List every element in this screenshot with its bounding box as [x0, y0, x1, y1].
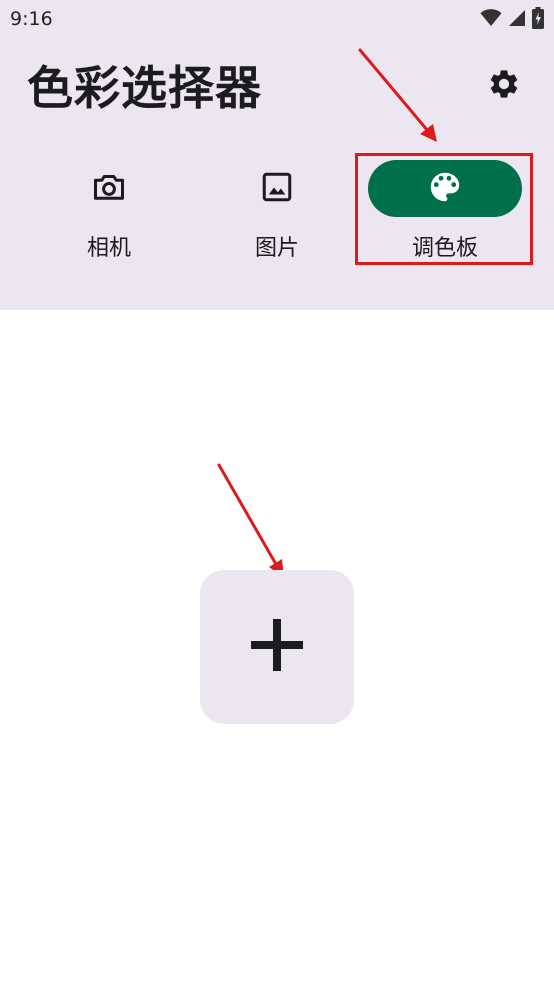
wifi-icon	[480, 9, 502, 27]
status-bar: 9:16	[0, 0, 554, 38]
nav-label-palette: 调色板	[411, 236, 478, 261]
battery-charging-icon	[532, 7, 544, 29]
nav-indicator	[32, 160, 186, 217]
plus-icon	[247, 615, 307, 679]
nav-label-image: 图片	[254, 236, 299, 261]
top-app-header: 9:16 色彩选择器 相机 图片 调色板	[0, 0, 554, 310]
status-time: 9:16	[10, 8, 53, 30]
camera-icon	[91, 169, 127, 209]
nav-item-palette[interactable]: 调色板	[365, 160, 525, 270]
nav-item-camera[interactable]: 相机	[29, 160, 189, 270]
nav-indicator	[200, 160, 354, 217]
add-button[interactable]	[200, 570, 354, 724]
settings-button[interactable]	[480, 62, 528, 110]
app-title: 色彩选择器	[27, 61, 262, 115]
nav-indicator-active	[368, 160, 522, 217]
nav-label-camera: 相机	[86, 236, 131, 261]
gear-icon	[487, 67, 521, 105]
signal-icon	[508, 9, 526, 27]
image-icon	[259, 169, 295, 209]
status-icons	[480, 7, 544, 29]
nav-item-image[interactable]: 图片	[197, 160, 357, 270]
palette-icon	[426, 168, 464, 210]
